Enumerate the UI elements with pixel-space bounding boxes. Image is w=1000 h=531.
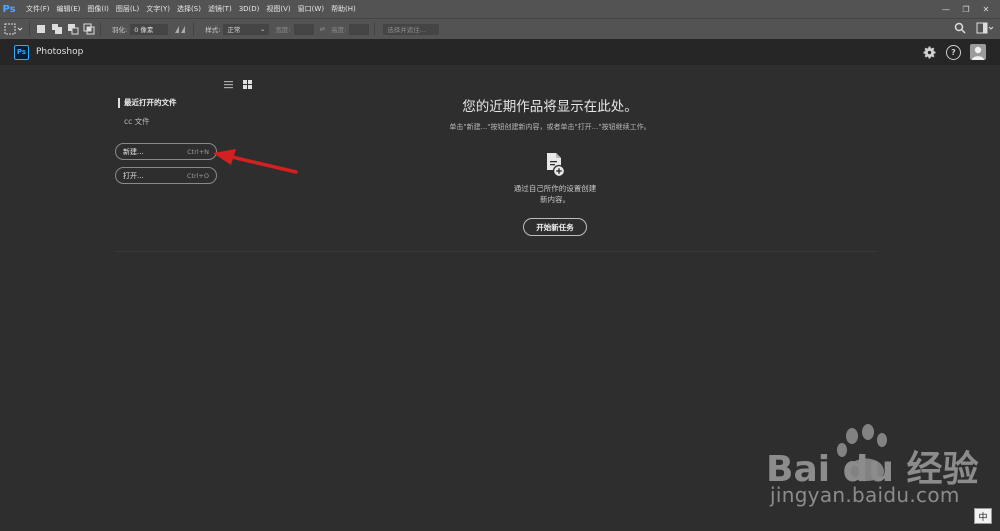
- user-icon: [972, 46, 984, 60]
- open-shortcut: Ctrl+O: [186, 171, 209, 180]
- start-workspace-header: Ps Photoshop ?: [0, 39, 1000, 65]
- new-content-description: 通过自己所作的设置创建 新内容。: [490, 183, 620, 205]
- view-toggle: [224, 80, 252, 89]
- style-label: 样式:: [205, 26, 221, 34]
- menu-view[interactable]: 视图(V): [266, 4, 290, 14]
- watermark-url: jingyan.baidu.com: [770, 483, 960, 507]
- help-icon[interactable]: ?: [946, 44, 961, 60]
- optbar-right: [954, 22, 994, 34]
- new-button-label: 新建...: [123, 147, 144, 156]
- close-button[interactable]: ✕: [976, 2, 996, 16]
- workspace-icon[interactable]: [976, 22, 994, 34]
- start-new-task-button[interactable]: 开始新任务: [523, 218, 587, 236]
- subtract-selection-icon[interactable]: [67, 23, 79, 35]
- restore-button[interactable]: ❐: [956, 2, 976, 16]
- height-label: 高度:: [331, 26, 347, 34]
- style-select[interactable]: 正常 ⌄: [223, 23, 270, 35]
- window-controls: — ❐ ✕: [936, 0, 996, 18]
- open-button-label: 打开...: [123, 171, 144, 180]
- photoshop-window: Ps 文件(F) 编辑(E) 图像(I) 图层(L) 文字(Y) 选择(S) 滤…: [0, 0, 1000, 531]
- intersect-selection-icon[interactable]: [83, 23, 95, 35]
- new-button[interactable]: 新建... Ctrl+N: [115, 143, 217, 160]
- open-button[interactable]: 打开... Ctrl+O: [115, 167, 217, 184]
- style-value: 正常: [227, 26, 241, 34]
- separator: [100, 22, 101, 36]
- ps-logo-icon: Ps: [14, 44, 29, 60]
- height-input[interactable]: [349, 23, 370, 35]
- anti-alias-icon[interactable]: [174, 24, 188, 34]
- menu-type[interactable]: 文字(Y): [146, 4, 170, 14]
- swap-icon[interactable]: ⇄: [320, 25, 325, 33]
- separator: [374, 22, 376, 36]
- add-selection-icon[interactable]: [51, 23, 63, 35]
- marquee-tool-icon[interactable]: [4, 23, 24, 35]
- feather-label: 羽化:: [112, 26, 128, 34]
- ps-app-icon[interactable]: Ps: [0, 0, 18, 18]
- empty-state-title: 您的近期作品将显示在此处。: [462, 99, 638, 115]
- list-view-icon[interactable]: [224, 80, 233, 89]
- grid-view-icon[interactable]: [243, 80, 252, 89]
- new-document-icon: [547, 153, 566, 178]
- separator: [29, 22, 30, 36]
- gear-icon[interactable]: [922, 45, 937, 60]
- empty-state-subtitle: 单击"新建..."按钮创建新内容，或者单击"打开..."按钮继续工作。: [449, 123, 651, 131]
- menu-image[interactable]: 图像(I): [87, 4, 109, 14]
- new-shortcut: Ctrl+N: [187, 147, 209, 156]
- ime-indicator[interactable]: 中: [974, 508, 992, 524]
- avatar[interactable]: [970, 44, 986, 60]
- select-and-mask-button[interactable]: 选择并遮住...: [383, 23, 440, 35]
- app-title: Photoshop: [36, 47, 84, 57]
- separator: [193, 22, 195, 36]
- new-content-line2: 新内容。: [540, 195, 570, 204]
- menu-filter[interactable]: 滤镜(T): [208, 4, 232, 14]
- options-bar: 羽化: 0 像素 样式: 正常 ⌄ 宽度: ⇄ 高度: 选择并遮住...: [0, 18, 1000, 39]
- header-actions: ?: [922, 44, 986, 60]
- menu-file[interactable]: 文件(F): [26, 4, 50, 14]
- width-label: 宽度:: [275, 26, 291, 34]
- chevron-down-icon: ⌄: [259, 25, 266, 33]
- feather-input[interactable]: 0 像素: [130, 23, 169, 35]
- menu-layer[interactable]: 图层(L): [116, 4, 139, 14]
- menu-select[interactable]: 选择(S): [177, 4, 201, 14]
- new-selection-icon[interactable]: [35, 23, 47, 35]
- menu-window[interactable]: 窗口(W): [298, 4, 324, 14]
- divider: [115, 251, 877, 252]
- menu-edit[interactable]: 编辑(E): [57, 4, 81, 14]
- new-content-line1: 通过自己所作的设置创建: [513, 184, 597, 193]
- width-input[interactable]: [293, 23, 314, 35]
- menu-help[interactable]: 帮助(H): [331, 4, 356, 14]
- menu-3d[interactable]: 3D(D): [239, 5, 260, 13]
- menu-bar: Ps 文件(F) 编辑(E) 图像(I) 图层(L) 文字(Y) 选择(S) 滤…: [0, 0, 1000, 18]
- minimize-button[interactable]: —: [936, 2, 956, 16]
- search-icon[interactable]: [954, 22, 966, 34]
